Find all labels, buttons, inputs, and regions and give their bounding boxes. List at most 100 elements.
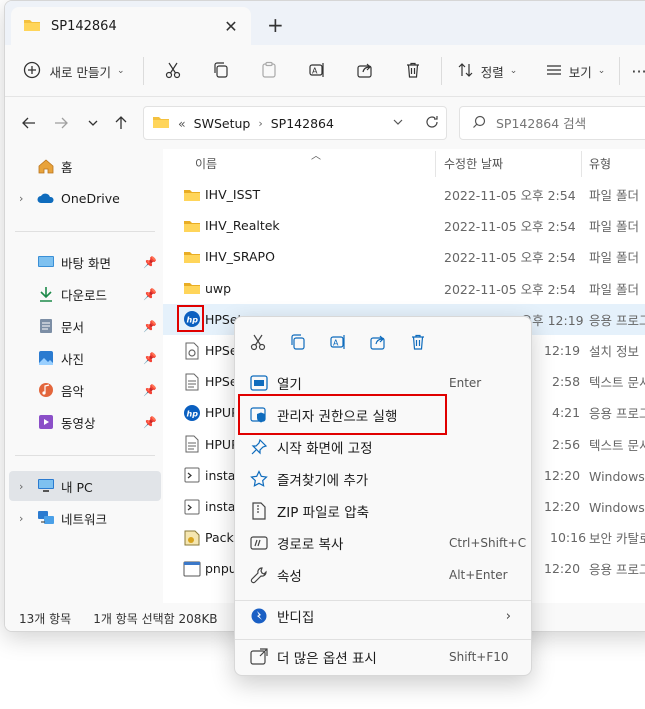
- rename-button[interactable]: A: [301, 55, 333, 87]
- tab-sp142864[interactable]: SP142864 ✕: [11, 7, 251, 45]
- tab-title: SP142864: [51, 18, 117, 34]
- column-header-name[interactable]: 이름: [195, 149, 217, 177]
- delete-button[interactable]: [397, 55, 429, 87]
- view-button[interactable]: 보기 ⌄: [539, 55, 611, 87]
- app-icon: [183, 560, 201, 578]
- copy-icon[interactable]: [285, 329, 311, 355]
- address-bar[interactable]: « SWSetup › SP142864: [143, 106, 447, 140]
- menu-item-label: ZIP 파일로 압축: [277, 505, 370, 521]
- pin-icon[interactable]: 📌: [143, 416, 157, 429]
- menu-item-properties[interactable]: 속성 Alt+Enter: [241, 559, 525, 591]
- network-icon: [37, 509, 55, 527]
- document-icon: [37, 317, 55, 335]
- menu-item-add-to-favorites[interactable]: 즐겨찾기에 추가: [241, 463, 525, 495]
- sidebar-item-home[interactable]: 홈: [9, 151, 161, 181]
- sidebar-item-downloads[interactable]: 다운로드 📌: [9, 279, 161, 309]
- file-date: 12:20: [544, 499, 581, 514]
- new-tab-button[interactable]: +: [267, 13, 284, 37]
- sidebar-divider: [15, 231, 155, 232]
- sidebar-item-network[interactable]: › 네트워크: [9, 503, 161, 533]
- cut-button[interactable]: [157, 55, 189, 87]
- share-icon[interactable]: [365, 329, 391, 355]
- sort-button[interactable]: 정렬 ⌄: [451, 55, 523, 87]
- file-row[interactable]: uwp 2022-11-05 오후 2:54 파일 폴더: [163, 273, 645, 304]
- column-divider[interactable]: [581, 151, 582, 177]
- file-type: 응용 프로그램: [589, 312, 645, 328]
- menu-item-label: 열기: [277, 377, 302, 393]
- file-name: uwp: [205, 280, 232, 296]
- context-menu: A 열기 Enter 관리자 권한으로 실행 시작 화면에 고정 즐겨찾기에 추…: [234, 316, 532, 676]
- sidebar-item-music[interactable]: 음악 📌: [9, 375, 161, 405]
- copy-button[interactable]: [205, 55, 237, 87]
- close-tab-icon[interactable]: ✕: [221, 16, 241, 36]
- breadcrumb-overflow[interactable]: «: [178, 116, 186, 131]
- breadcrumb-separator-icon: ›: [258, 116, 263, 130]
- file-type: 텍스트 문서: [589, 375, 645, 391]
- chevron-right-icon[interactable]: ›: [19, 192, 23, 205]
- sidebar-item-documents[interactable]: 문서 📌: [9, 311, 161, 341]
- sort-ascending-icon: ︿: [311, 151, 321, 162]
- file-date: 2022-11-05 오후 2:54: [444, 219, 576, 235]
- sidebar-item-this-pc[interactable]: › 내 PC: [9, 471, 161, 501]
- setup-info-icon: [183, 342, 201, 360]
- sidebar-item-pictures[interactable]: 사진 📌: [9, 343, 161, 373]
- column-divider[interactable]: [435, 151, 436, 177]
- breadcrumb-swsetup[interactable]: SWSetup: [194, 116, 251, 131]
- menu-item-pin-to-start[interactable]: 시작 화면에 고정: [241, 431, 525, 463]
- menu-item-copy-as-path[interactable]: 경로로 복사 Ctrl+Shift+C: [241, 527, 526, 559]
- menu-item-bandizip[interactable]: 반디집 ›: [241, 600, 525, 632]
- chevron-right-icon[interactable]: ›: [19, 512, 23, 525]
- pin-icon[interactable]: 📌: [143, 256, 157, 269]
- refresh-icon[interactable]: [424, 114, 440, 133]
- sidebar-item-onedrive[interactable]: › OneDrive: [9, 183, 161, 213]
- menu-item-shortcut: Alt+Enter: [449, 568, 508, 582]
- sidebar-item-desktop[interactable]: 바탕 화면 📌: [9, 247, 161, 277]
- recent-locations-chevron-icon[interactable]: [81, 111, 105, 135]
- pin-icon[interactable]: 📌: [143, 320, 157, 333]
- file-row[interactable]: IHV_SRAPO 2022-11-05 오후 2:54 파일 폴더: [163, 241, 645, 272]
- pin-icon[interactable]: 📌: [143, 384, 157, 397]
- search-box[interactable]: [459, 106, 645, 140]
- menu-item-label: 더 많은 옵션 표시: [277, 651, 377, 667]
- sort-icon: [457, 61, 475, 82]
- view-list-icon: [545, 61, 563, 82]
- file-row[interactable]: IHV_ISST 2022-11-05 오후 2:54 파일 폴더: [163, 179, 645, 210]
- highlight-box: [177, 305, 204, 332]
- rename-icon: A: [308, 61, 326, 82]
- file-row[interactable]: IHV_Realtek 2022-11-05 오후 2:54 파일 폴더: [163, 210, 645, 241]
- share-button[interactable]: [349, 55, 381, 87]
- sidebar-item-label: 홈: [61, 159, 73, 175]
- toolbar-divider: [619, 57, 620, 85]
- new-button[interactable]: 새로 만들기 ⌄: [19, 55, 129, 87]
- up-arrow-icon[interactable]: [109, 111, 133, 135]
- new-button-label: 새로 만들기: [49, 64, 111, 80]
- column-header-date[interactable]: 수정한 날짜: [444, 149, 503, 177]
- breadcrumb-sp142864[interactable]: SP142864: [271, 116, 334, 131]
- column-header-type[interactable]: 유형: [589, 149, 611, 177]
- trash-icon[interactable]: [405, 329, 431, 355]
- folder-icon: [183, 279, 201, 297]
- paste-button[interactable]: [253, 55, 285, 87]
- sidebar-item-label: 사진: [61, 351, 85, 367]
- pc-icon: [37, 477, 55, 495]
- search-input[interactable]: [496, 115, 636, 131]
- pin-icon[interactable]: 📌: [143, 352, 157, 365]
- sidebar-item-label: 바탕 화면: [61, 255, 111, 271]
- item-count: 13개 항목: [19, 611, 72, 626]
- chevron-right-icon[interactable]: ›: [19, 480, 23, 493]
- menu-item-show-more-options[interactable]: 더 많은 옵션 표시 Shift+F10: [241, 641, 525, 673]
- navigation-pane: 홈 › OneDrive 바탕 화면 📌 다운로드 📌 문서 📌 사진 📌 음악…: [5, 149, 163, 603]
- trash-icon: [404, 61, 422, 82]
- cut-icon[interactable]: [245, 329, 271, 355]
- forward-arrow-icon[interactable]: [49, 111, 73, 135]
- pin-icon[interactable]: 📌: [143, 288, 157, 301]
- sidebar-item-videos[interactable]: 동영상 📌: [9, 407, 161, 437]
- back-arrow-icon[interactable]: [17, 111, 41, 135]
- rename-icon[interactable]: A: [325, 329, 351, 355]
- video-icon: [37, 413, 55, 431]
- more-options-button[interactable]: ···: [627, 55, 645, 87]
- download-icon: [37, 285, 55, 303]
- address-dropdown-chevron-icon[interactable]: [392, 116, 404, 131]
- file-type: 파일 폴더: [589, 250, 639, 266]
- menu-item-compress-zip[interactable]: ZIP 파일로 압축: [241, 495, 525, 527]
